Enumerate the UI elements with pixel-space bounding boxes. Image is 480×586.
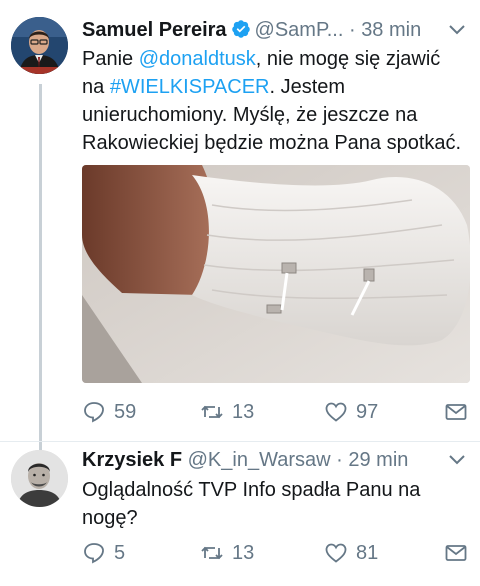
retweet-icon	[201, 405, 223, 419]
text-segment: Panie	[82, 48, 139, 70]
separator-dot: ·	[348, 19, 356, 41]
tweet-text: Oglądalność TVP Info spadła Panu na nogę…	[82, 476, 466, 532]
direct-message-icon	[445, 545, 467, 561]
chevron-down-icon[interactable]	[448, 454, 466, 466]
avatar[interactable]	[11, 450, 68, 507]
mention-link[interactable]: @donaldtusk	[139, 48, 256, 70]
like-count: 81	[356, 541, 379, 564]
retweet-count: 13	[232, 541, 255, 564]
like-icon	[325, 543, 347, 563]
reply-icon	[84, 543, 104, 564]
retweet-button[interactable]: 13	[200, 540, 254, 566]
author-handle[interactable]: @SamP...	[255, 19, 344, 41]
direct-message-icon	[445, 404, 467, 420]
author-handle[interactable]: @K_in_Warsaw	[188, 449, 331, 471]
reply-button[interactable]: 5	[82, 540, 125, 566]
tweet-actions: 59 13 97	[82, 399, 467, 425]
retweet-icon	[201, 546, 223, 560]
chevron-down-icon[interactable]	[448, 24, 466, 36]
timestamp[interactable]: 29 min	[348, 449, 408, 471]
direct-message-button[interactable]	[444, 540, 476, 566]
text-segment: na	[82, 76, 110, 98]
reply-count: 59	[114, 400, 137, 423]
tweet-actions: 5 13 81	[82, 540, 467, 566]
like-icon	[325, 402, 347, 422]
text-line: Oglądalność TVP Info spadła Panu na	[82, 479, 421, 501]
tweet-header: Krzysiek F @K_in_Warsaw · 29 min	[82, 448, 408, 472]
verified-badge-icon	[231, 19, 251, 39]
avatar[interactable]	[11, 17, 68, 74]
reply-tweet[interactable]: Krzysiek F @K_in_Warsaw · 29 min Oglądal…	[0, 442, 480, 586]
text-segment: , nie mogę się zjawić	[255, 48, 441, 70]
like-count: 97	[356, 400, 379, 423]
reply-button[interactable]: 59	[82, 399, 136, 425]
tweet[interactable]: Samuel Pereira @SamP... · 38 min Panie @d…	[0, 0, 480, 442]
author-name[interactable]: Samuel Pereira	[82, 19, 227, 41]
retweet-count: 13	[232, 400, 255, 423]
text-line: unieruchomiony. Myślę, że jeszcze na	[82, 104, 418, 126]
text-line: nogę?	[82, 507, 138, 529]
tweet-photo[interactable]	[82, 165, 470, 383]
text-line: Rakowieckiej będzie można Pana spotkać.	[82, 132, 462, 154]
hashtag-link[interactable]: #WIELKISPACER	[110, 76, 270, 98]
timestamp[interactable]: 38 min	[361, 19, 421, 41]
tweet-header: Samuel Pereira @SamP... · 38 min	[82, 18, 421, 42]
reply-count: 5	[114, 541, 126, 564]
retweet-button[interactable]: 13	[200, 399, 254, 425]
author-name[interactable]: Krzysiek F	[82, 449, 182, 471]
like-button[interactable]: 81	[324, 540, 378, 566]
separator-dot: ·	[336, 449, 343, 471]
direct-message-button[interactable]	[444, 399, 476, 425]
tweet-text: Panie @donaldtusk, nie mogę się zjawić n…	[82, 45, 466, 157]
text-segment: . Jestem	[269, 76, 346, 98]
like-button[interactable]: 97	[324, 399, 378, 425]
reply-icon	[84, 402, 104, 423]
